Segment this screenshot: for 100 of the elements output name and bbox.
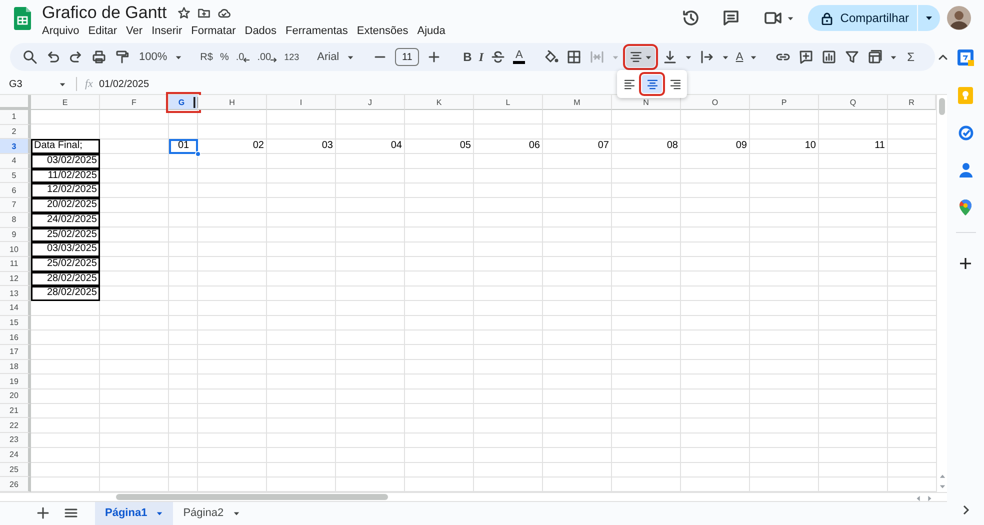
plus-icon[interactable]: [959, 257, 972, 270]
row-header[interactable]: 13: [0, 286, 31, 301]
spreadsheet-logo-icon[interactable]: [14, 7, 31, 30]
history-icon[interactable]: [681, 8, 702, 28]
column-header[interactable]: P: [750, 95, 819, 110]
share-button[interactable]: Compartilhar: [808, 5, 917, 31]
row-header[interactable]: 16: [0, 330, 31, 345]
formula-field[interactable]: 01/02/2025: [98, 78, 947, 90]
sheet-tab[interactable]: Página2: [173, 502, 250, 525]
font-size-field[interactable]: 11: [395, 48, 420, 66]
column-header[interactable]: F: [100, 95, 169, 110]
column-header[interactable]: M: [543, 95, 612, 110]
calendar-icon[interactable]: [957, 49, 974, 66]
menu-item[interactable]: Formatar: [191, 25, 236, 37]
column-header[interactable]: G: [169, 95, 198, 110]
map-pin-icon[interactable]: [959, 199, 972, 216]
caret-icon[interactable]: [722, 54, 729, 60]
text-wrap-icon[interactable]: [698, 49, 715, 65]
document-title[interactable]: Grafico de Gantt: [42, 3, 167, 23]
row-header[interactable]: 12: [0, 272, 31, 286]
scroll-up-icon[interactable]: [938, 472, 946, 480]
currency-button[interactable]: R$: [200, 52, 213, 62]
column-header[interactable]: R: [888, 95, 936, 110]
menu-item[interactable]: Extensões: [356, 25, 408, 37]
text-rotation-button[interactable]: A: [736, 51, 744, 63]
row-header[interactable]: 24: [0, 448, 31, 462]
fill-handle[interactable]: [195, 151, 201, 157]
row-header[interactable]: 6: [0, 183, 31, 198]
chart-icon[interactable]: [821, 49, 838, 65]
row-header[interactable]: 1: [0, 110, 31, 125]
folder-icon[interactable]: [196, 6, 211, 20]
filter-icon[interactable]: [844, 49, 860, 65]
decrease-decimals-button[interactable]: .0: [236, 52, 250, 62]
caret-icon[interactable]: [890, 54, 898, 60]
column-header[interactable]: I: [267, 95, 336, 110]
add-comment-icon[interactable]: [798, 49, 814, 65]
column-header[interactable]: E: [31, 95, 100, 110]
menu-item[interactable]: Ajuda: [417, 25, 446, 37]
column-header[interactable]: K: [405, 95, 474, 110]
percent-button[interactable]: %: [220, 52, 229, 62]
scrollbar-thumb[interactable]: [116, 494, 388, 500]
functions-button[interactable]: Σ: [907, 50, 915, 64]
row-header[interactable]: 17: [0, 345, 31, 360]
add-sheet-icon[interactable]: [35, 505, 51, 522]
row-header[interactable]: 20: [0, 389, 31, 404]
row-header[interactable]: 11: [0, 256, 31, 272]
scroll-left-icon[interactable]: [915, 494, 922, 502]
name-box[interactable]: G3: [0, 78, 70, 90]
align-center-option[interactable]: [642, 75, 662, 93]
row-header[interactable]: 15: [0, 316, 31, 330]
caret-icon[interactable]: [787, 14, 794, 22]
zoom-select[interactable]: 100%: [139, 51, 182, 63]
column-header[interactable]: L: [474, 95, 543, 110]
column-header[interactable]: J: [336, 95, 405, 110]
menu-item[interactable]: Ferramentas: [286, 25, 348, 37]
row-header[interactable]: 18: [0, 360, 31, 374]
column-header[interactable]: H: [198, 95, 267, 110]
table-view-icon[interactable]: [867, 49, 884, 65]
menu-item[interactable]: Editar: [88, 25, 118, 37]
strikethrough-icon[interactable]: [490, 49, 506, 65]
caret-icon[interactable]: [750, 54, 758, 60]
vertical-align-icon[interactable]: [662, 49, 678, 65]
column-header[interactable]: O: [681, 95, 750, 110]
sheet-tab[interactable]: Página1: [95, 502, 174, 525]
row-header[interactable]: 25: [0, 462, 31, 478]
scrollbar-track[interactable]: [936, 95, 947, 492]
comment-icon[interactable]: [721, 8, 742, 28]
font-select[interactable]: Arial: [317, 51, 354, 63]
row-header[interactable]: 8: [0, 212, 31, 228]
paint-roller-icon[interactable]: [114, 49, 130, 65]
scrollbar-track[interactable]: [0, 492, 947, 502]
cloud-icon[interactable]: [216, 6, 231, 20]
row-header[interactable]: 5: [0, 168, 31, 184]
avatar-icon[interactable]: [947, 6, 971, 30]
menu-item[interactable]: Inserir: [152, 25, 182, 37]
row-header[interactable]: 2: [0, 124, 31, 140]
caret-icon[interactable]: [684, 54, 692, 60]
printer-icon[interactable]: [91, 49, 107, 65]
expand-panel-icon[interactable]: [962, 505, 970, 515]
person-icon[interactable]: [958, 162, 972, 178]
row-header[interactable]: 19: [0, 374, 31, 390]
row-header[interactable]: 4: [0, 154, 31, 169]
column-header[interactable]: Q: [819, 95, 888, 110]
row-header[interactable]: 26: [0, 477, 31, 492]
row-header[interactable]: 22: [0, 418, 31, 434]
scrollbar-thumb[interactable]: [939, 98, 945, 115]
row-header[interactable]: 14: [0, 300, 31, 316]
menu-item[interactable]: Ver: [126, 25, 143, 37]
align-button[interactable]: [626, 47, 655, 67]
undo-icon[interactable]: [45, 49, 61, 65]
redo-icon[interactable]: [68, 49, 84, 65]
row-header[interactable]: 10: [0, 242, 31, 257]
text-color-button[interactable]: A: [513, 50, 525, 64]
star-icon[interactable]: [176, 6, 191, 20]
row-header[interactable]: 3: [0, 139, 31, 154]
italic-button[interactable]: I: [478, 50, 484, 64]
scroll-down-icon[interactable]: [938, 482, 946, 490]
caret-icon[interactable]: [59, 80, 66, 88]
paint-bucket-icon[interactable]: [542, 49, 559, 65]
tasks-icon[interactable]: [958, 125, 974, 141]
